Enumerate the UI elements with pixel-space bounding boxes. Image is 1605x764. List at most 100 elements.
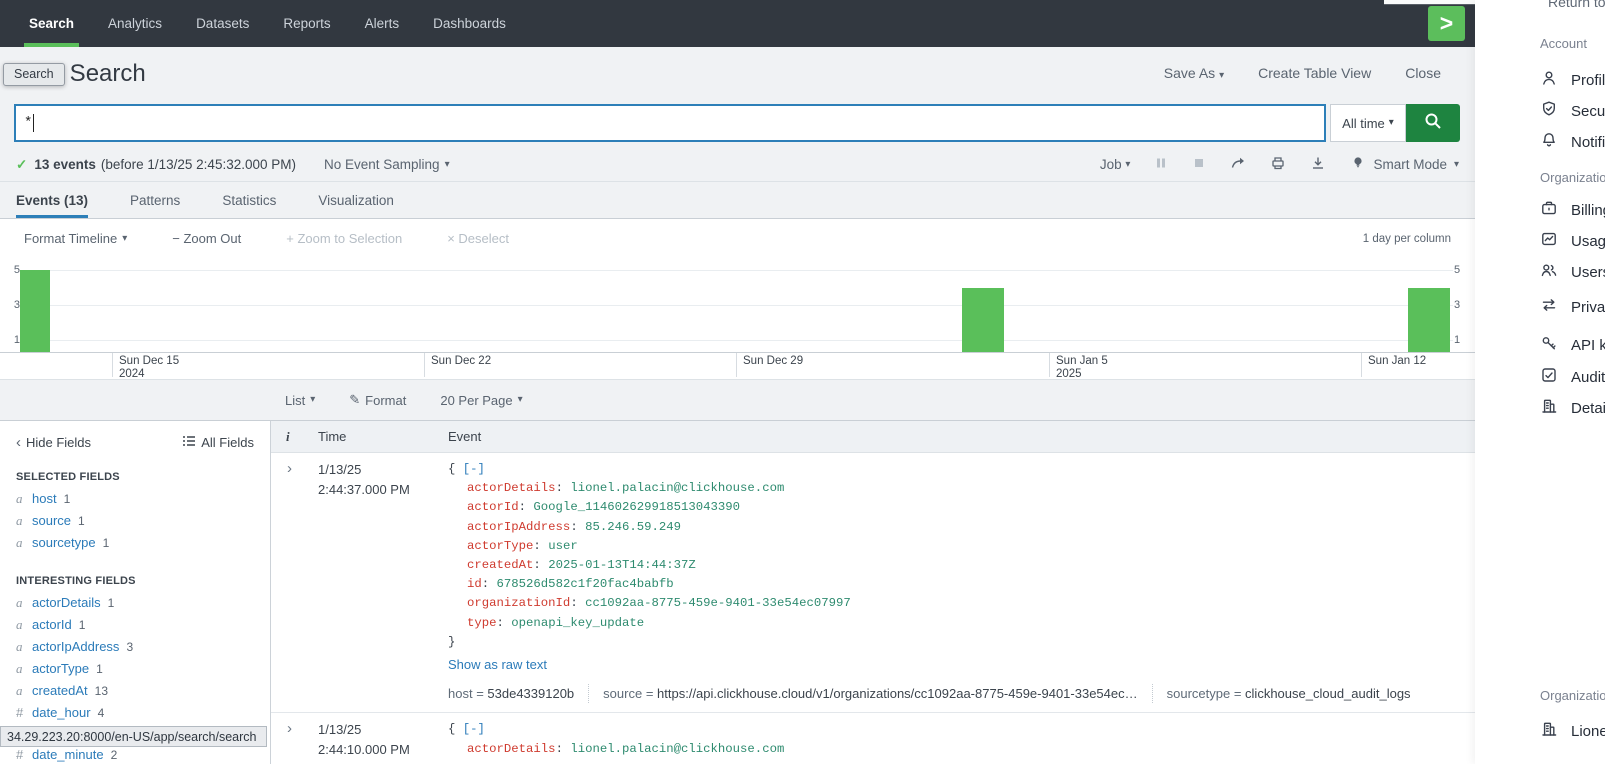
json-key[interactable]: organizationId — [467, 596, 585, 610]
json-value[interactable]: 678526d582c1f20fac4babfb — [497, 577, 674, 591]
json-value[interactable]: lionel.palacin@clickhouse.com — [570, 481, 784, 495]
interesting-fields-title: INTERESTING FIELDS — [16, 575, 254, 587]
selected-fields-title: SELECTED FIELDS — [16, 471, 254, 483]
field-date_hour[interactable]: #date_hour4 — [0, 702, 270, 723]
menu-item-details[interactable]: Details — [1540, 396, 1605, 420]
menu-item-profile[interactable]: Profile — [1540, 68, 1605, 92]
meta-host[interactable]: host53de4339120b — [448, 684, 574, 703]
event-sampling-dropdown[interactable]: No Event Sampling▾ — [324, 157, 450, 172]
json-value[interactable]: cc1092aa-8775-459e-9401-33e54ec07997 — [585, 596, 851, 610]
pause-job-button[interactable] — [1154, 156, 1168, 173]
timeline-bar[interactable] — [962, 288, 1004, 353]
return-link[interactable]: Return to — [1548, 0, 1605, 10]
json-key[interactable]: id — [467, 577, 497, 591]
time-range-picker[interactable]: All time▾ — [1330, 104, 1406, 142]
string-type-icon: a — [16, 491, 25, 507]
expand-event-button[interactable]: › — [271, 460, 311, 703]
menu-item-notifications[interactable]: Notifications — [1540, 130, 1605, 154]
number-type-icon: # — [16, 705, 25, 720]
menu-item-security[interactable]: Security — [1540, 99, 1605, 123]
field-actorType[interactable]: aactorType1 — [0, 658, 270, 680]
print-button[interactable] — [1270, 155, 1286, 174]
field-source[interactable]: asource1 — [0, 510, 270, 532]
field-date_minute[interactable]: #date_minute2 — [0, 744, 270, 764]
collapse-json-button[interactable]: [-] — [463, 462, 485, 476]
stop-icon — [1192, 156, 1206, 173]
caret-down-icon: ▾ — [1219, 70, 1224, 81]
nav-item-alerts[interactable]: Alerts — [348, 0, 417, 47]
caret-down-icon: ▾ — [1389, 118, 1394, 128]
nav-item-datasets[interactable]: Datasets — [179, 0, 266, 47]
field-host[interactable]: ahost1 — [0, 488, 270, 510]
top-overlay-sliver — [1384, 0, 1475, 5]
all-fields-button[interactable]: All Fields — [182, 434, 254, 451]
hide-fields-button[interactable]: ‹Hide Fields — [16, 434, 91, 451]
share-job-button[interactable] — [1230, 155, 1246, 174]
tab-events[interactable]: Events (13) — [16, 182, 88, 218]
stop-job-button[interactable] — [1192, 156, 1206, 173]
meta-source[interactable]: sourcehttps://api.clickhouse.cloud/v1/or… — [588, 684, 1137, 703]
menu-item-billing[interactable]: Billing — [1540, 198, 1605, 222]
event-json: { [-] actorDetailslionel.palacin@clickho… — [441, 460, 1475, 703]
tab-statistics[interactable]: Statistics — [222, 182, 276, 218]
nav-item-reports[interactable]: Reports — [266, 0, 347, 47]
deselect-button[interactable]: × Deselect — [447, 231, 509, 246]
search-mode-dropdown[interactable]: Smart Mode▾ — [1350, 155, 1459, 174]
events-table: i Time Event › 1/13/252:44:37.000 PM { [… — [271, 421, 1475, 764]
splunk-logo-icon[interactable]: > — [1428, 6, 1465, 41]
save-as-button[interactable]: Save As ▾ — [1164, 65, 1224, 81]
json-value[interactable]: openapi_key_update — [511, 616, 644, 630]
json-key[interactable]: actorId — [467, 500, 533, 514]
json-value[interactable]: Google_114602629918513043390 — [533, 500, 740, 514]
json-value[interactable]: 85.246.59.249 — [585, 520, 681, 534]
json-key[interactable]: actorType — [467, 539, 548, 553]
caret-down-icon: ▾ — [1454, 160, 1459, 170]
json-value[interactable]: lionel.palacin@clickhouse.com — [570, 742, 784, 756]
menu-item-usage[interactable]: Usage — [1540, 229, 1605, 253]
json-key[interactable]: actorIpAddress — [467, 520, 585, 534]
field-actorIpAddress[interactable]: aactorIpAddress3 — [0, 636, 270, 658]
collapse-json-button[interactable]: [-] — [463, 722, 485, 736]
per-page-dropdown[interactable]: 20 Per Page▾ — [440, 393, 522, 408]
menu-item-audit[interactable]: Audit — [1540, 365, 1605, 389]
json-value[interactable]: user — [548, 539, 578, 553]
menu-item-organization-lionel[interactable]: Lionel — [1540, 719, 1605, 743]
list-view-dropdown[interactable]: List▾ — [285, 393, 315, 408]
search-header: New Search Search Save As ▾ Create Table… — [0, 47, 1475, 103]
close-button[interactable]: Close — [1405, 65, 1441, 81]
expand-event-button[interactable]: › — [271, 720, 311, 759]
meta-sourcetype[interactable]: sourcetypeclickhouse_cloud_audit_logs — [1152, 684, 1411, 703]
json-value[interactable]: 2025-01-13T14:44:37Z — [548, 558, 696, 572]
job-dropdown[interactable]: Job ▾ — [1100, 157, 1131, 172]
timeline-bar[interactable] — [1408, 288, 1450, 353]
field-actorId[interactable]: aactorId1 — [0, 614, 270, 636]
tab-patterns[interactable]: Patterns — [130, 182, 180, 218]
format-results-button[interactable]: ✎Format — [349, 392, 406, 408]
menu-item-private-endpoints[interactable]: Private — [1540, 295, 1605, 319]
menu-item-api-keys[interactable]: API keys — [1540, 333, 1605, 357]
nav-item-search[interactable]: Search — [12, 0, 91, 47]
building-icon — [1540, 720, 1558, 742]
field-actorDetails[interactable]: aactorDetails1 — [0, 592, 270, 614]
event-timestamp: 1/13/252:44:37.000 PM — [311, 460, 441, 703]
json-key[interactable]: type — [467, 616, 511, 630]
format-timeline-dropdown[interactable]: Format Timeline▾ — [24, 231, 127, 246]
zoom-to-selection-button[interactable]: + Zoom to Selection — [286, 231, 402, 246]
json-key[interactable]: createdAt — [467, 558, 548, 572]
json-key[interactable]: actorDetails — [467, 481, 570, 495]
menu-item-users[interactable]: Users — [1540, 260, 1605, 284]
export-button[interactable] — [1310, 155, 1326, 174]
search-submit-button[interactable] — [1406, 104, 1460, 142]
search-input[interactable]: * — [14, 104, 1326, 142]
nav-item-analytics[interactable]: Analytics — [91, 0, 179, 47]
show-raw-text-link[interactable]: Show as raw text — [448, 655, 1475, 674]
nav-item-dashboards[interactable]: Dashboards — [416, 0, 523, 47]
field-sourcetype[interactable]: asourcetype1 — [0, 532, 270, 554]
zoom-out-button[interactable]: − Zoom Out — [172, 231, 241, 246]
tab-visualization[interactable]: Visualization — [318, 182, 394, 218]
create-table-view-button[interactable]: Create Table View — [1258, 65, 1371, 81]
field-createdAt[interactable]: acreatedAt13 — [0, 680, 270, 702]
string-type-icon: a — [16, 535, 25, 551]
timeline-bar[interactable] — [20, 270, 50, 352]
json-key[interactable]: actorDetails — [467, 742, 570, 756]
